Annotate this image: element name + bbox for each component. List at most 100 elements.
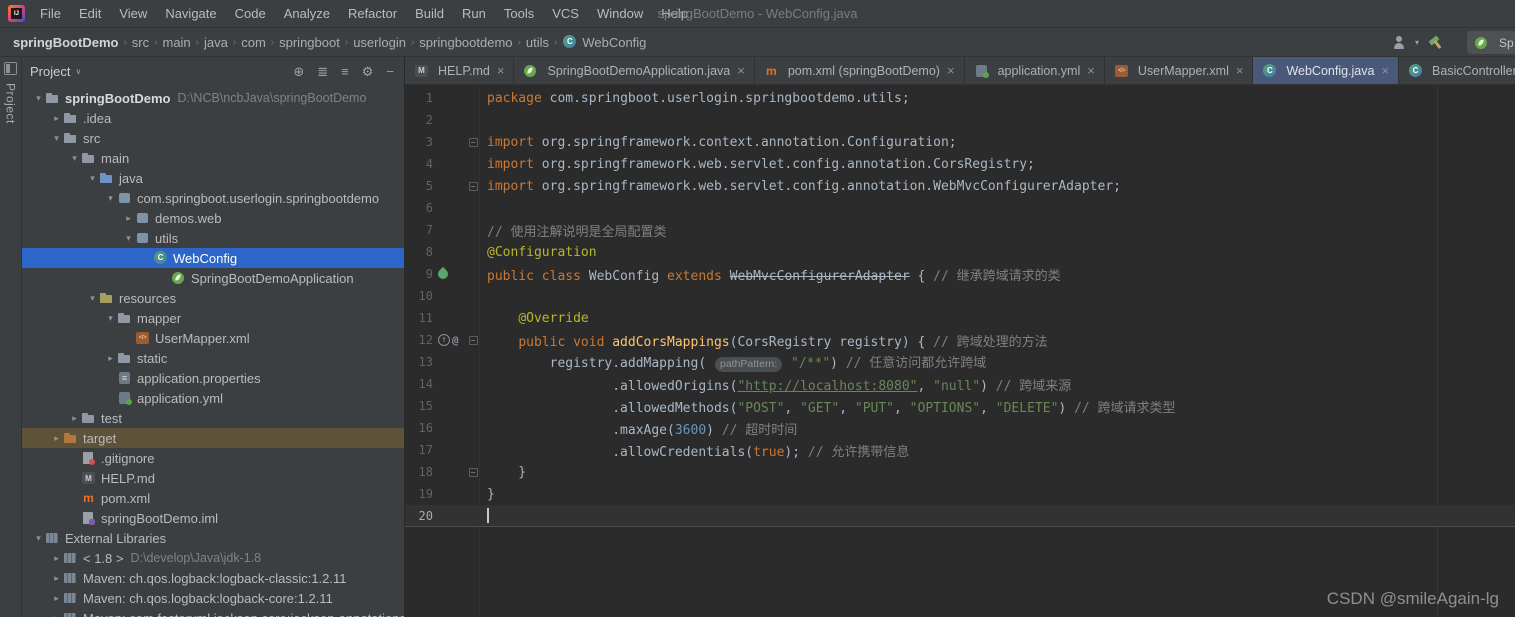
project-tool-window-icon[interactable]	[4, 62, 17, 75]
menu-item-tools[interactable]: Tools	[495, 0, 543, 28]
code-text[interactable]: .allowedMethods("POST", "GET", "PUT", "O…	[479, 397, 1175, 416]
tree-chevron-icon[interactable]: ▾	[32, 533, 45, 544]
tree-item-springbootdemo-iml[interactable]: springBootDemo.iml	[22, 508, 404, 528]
menu-item-code[interactable]: Code	[226, 0, 275, 28]
line-number[interactable]: 17	[405, 443, 435, 457]
code-text[interactable]: .maxAge(3600) // 超时时间	[479, 419, 797, 438]
tree-chevron-icon[interactable]: ▸	[50, 553, 63, 564]
settings-gear-icon[interactable]: ⚙	[362, 65, 374, 78]
locate-file-icon[interactable]: ⊕	[293, 65, 304, 78]
code-line-4[interactable]: 4 import org.springframework.web.servlet.…	[405, 153, 1515, 175]
code-text[interactable]: import org.springframework.context.annot…	[479, 135, 957, 150]
tree-item-java[interactable]: ▾ java	[22, 168, 404, 188]
code-line-15[interactable]: 15 .allowedMethods("POST", "GET", "PUT",…	[405, 395, 1515, 417]
tab-close-icon[interactable]: ×	[497, 63, 505, 78]
code-text[interactable]: public void addCorsMappings(CorsRegistry…	[479, 331, 1047, 350]
tree-item-1-8[interactable]: ▸ < 1.8 > D:\develop\Java\jdk-1.8	[22, 548, 404, 568]
tab-close-icon[interactable]: ×	[947, 63, 955, 78]
code-line-11[interactable]: 11 @Override	[405, 307, 1515, 329]
code-line-19[interactable]: 19}	[405, 483, 1515, 505]
tree-chevron-icon[interactable]: ▸	[104, 353, 117, 364]
tree-chevron-icon[interactable]: ▸	[50, 613, 63, 617]
breadcrumb-item-webconfig[interactable]: WebConfig	[559, 35, 649, 50]
line-number[interactable]: 18	[405, 465, 435, 479]
line-number[interactable]: 4	[405, 157, 435, 171]
tab-usermapper-xml[interactable]: UserMapper.xml ×	[1105, 57, 1254, 84]
line-number[interactable]: 12	[405, 333, 435, 347]
fold-icon[interactable]: −	[468, 181, 478, 191]
code-text[interactable]: @Override	[479, 311, 588, 326]
tab-help-md[interactable]: HELP.md ×	[405, 57, 515, 84]
fold-icon[interactable]: −	[468, 467, 478, 477]
code-text[interactable]: import org.springframework.web.servlet.c…	[479, 179, 1121, 194]
project-strip-label[interactable]: Project	[4, 83, 18, 124]
line-number[interactable]: 14	[405, 377, 435, 391]
tree-chevron-icon[interactable]: ▾	[32, 93, 45, 104]
code-text[interactable]: .allowCredentials(true); // 允许携带信息	[479, 441, 909, 460]
line-number[interactable]: 7	[405, 223, 435, 237]
tab-close-icon[interactable]: ×	[737, 63, 745, 78]
breadcrumb-item-utils[interactable]: utils	[523, 35, 552, 50]
hide-panel-icon[interactable]: −	[386, 65, 394, 78]
line-number[interactable]: 8	[405, 245, 435, 259]
tree-chevron-icon[interactable]: ▾	[86, 173, 99, 184]
run-configuration-button[interactable]: Sp	[1467, 31, 1515, 54]
menu-item-edit[interactable]: Edit	[70, 0, 110, 28]
code-text[interactable]: public class WebConfig extends WebMvcCon…	[479, 265, 1061, 284]
code-text[interactable]: package com.springboot.userlogin.springb…	[479, 91, 910, 106]
code-line-12[interactable]: 12 − public void addCorsMappings(CorsRegi…	[405, 329, 1515, 351]
collapse-all-icon[interactable]: ≡	[341, 65, 349, 78]
code-line-10[interactable]: 10	[405, 285, 1515, 307]
breadcrumb-item-src[interactable]: src	[129, 35, 152, 50]
tree-item-maven-ch-qos-logback-logback-core-1-2-11[interactable]: ▸ Maven: ch.qos.logback:logback-core:1.2.…	[22, 588, 404, 608]
line-number[interactable]: 2	[405, 113, 435, 127]
tree-item-maven-ch-qos-logback-logback-classic-1-2-11[interactable]: ▸ Maven: ch.qos.logback:logback-classic:1…	[22, 568, 404, 588]
code-text[interactable]: }	[479, 465, 526, 480]
code-text[interactable]: import org.springframework.web.servlet.c…	[479, 157, 1035, 172]
tree-item-application-yml[interactable]: application.yml	[22, 388, 404, 408]
tab-close-icon[interactable]: ×	[1381, 63, 1389, 78]
tree-item-springbootdemo[interactable]: ▾ springBootDemo D:\NCB\ncbJava\springBoot…	[22, 88, 404, 108]
project-panel-title[interactable]: Project	[30, 64, 70, 79]
tab-basiccontroller-ja[interactable]: BasicController.ja	[1399, 57, 1515, 84]
tree-item-webconfig[interactable]: WebConfig	[22, 248, 404, 268]
profile-icon[interactable]	[1392, 35, 1406, 49]
code-text[interactable]: .allowedOrigins("http://localhost:8080",…	[479, 375, 1071, 394]
menu-item-refactor[interactable]: Refactor	[339, 0, 406, 28]
tree-item-external-libraries[interactable]: ▾ External Libraries	[22, 528, 404, 548]
menu-item-navigate[interactable]: Navigate	[156, 0, 225, 28]
code-line-3[interactable]: 3 − import org.springframework.context.ann…	[405, 131, 1515, 153]
tree-item-static[interactable]: ▸ static	[22, 348, 404, 368]
tree-item-test[interactable]: ▸ test	[22, 408, 404, 428]
tree-item-mapper[interactable]: ▾ mapper	[22, 308, 404, 328]
tree-item-main[interactable]: ▾ main	[22, 148, 404, 168]
tab-close-icon[interactable]: ×	[1236, 63, 1244, 78]
menu-item-view[interactable]: View	[110, 0, 156, 28]
line-number[interactable]: 9	[405, 267, 435, 281]
expand-all-icon[interactable]: ≣	[317, 65, 328, 78]
tree-item-com-springboot-userlogin-springbootdemo[interactable]: ▾ com.springboot.userlogin.springbootdemo	[22, 188, 404, 208]
tree-chevron-icon[interactable]: ▸	[68, 413, 81, 424]
line-number[interactable]: 20	[405, 509, 435, 523]
tree-chevron-icon[interactable]: ▸	[50, 573, 63, 584]
tree-item-pom-xml[interactable]: pom.xml	[22, 488, 404, 508]
breadcrumb-item-com[interactable]: com	[238, 35, 269, 50]
code-text[interactable]	[479, 508, 489, 523]
code-line-16[interactable]: 16 .maxAge(3600) // 超时时间	[405, 417, 1515, 439]
line-number[interactable]: 1	[405, 91, 435, 105]
menu-item-file[interactable]: File	[31, 0, 70, 28]
tab-application-yml[interactable]: application.yml ×	[965, 57, 1105, 84]
code-text[interactable]: // 使用注解说明是全局配置类	[479, 221, 666, 240]
tab-pom-xml-springbootdemo[interactable]: pom.xml (springBootDemo) ×	[755, 57, 965, 84]
menu-item-analyze[interactable]: Analyze	[275, 0, 339, 28]
breadcrumb-item-main[interactable]: main	[159, 35, 193, 50]
line-number[interactable]: 15	[405, 399, 435, 413]
tree-item-maven-com-fasterxml-jackson-core-jackson-annotations[interactable]: ▸ Maven: com.fasterxml.jackson.core:jacks…	[22, 608, 404, 617]
code-line-13[interactable]: 13 registry.addMapping( pathPattern: "/*…	[405, 351, 1515, 373]
line-number[interactable]: 6	[405, 201, 435, 215]
override-method-icon[interactable]	[438, 334, 450, 346]
line-number[interactable]: 16	[405, 421, 435, 435]
menu-item-vcs[interactable]: VCS	[543, 0, 588, 28]
breadcrumb-item-userlogin[interactable]: userlogin	[350, 35, 409, 50]
code-line-20[interactable]: 20	[405, 505, 1515, 527]
